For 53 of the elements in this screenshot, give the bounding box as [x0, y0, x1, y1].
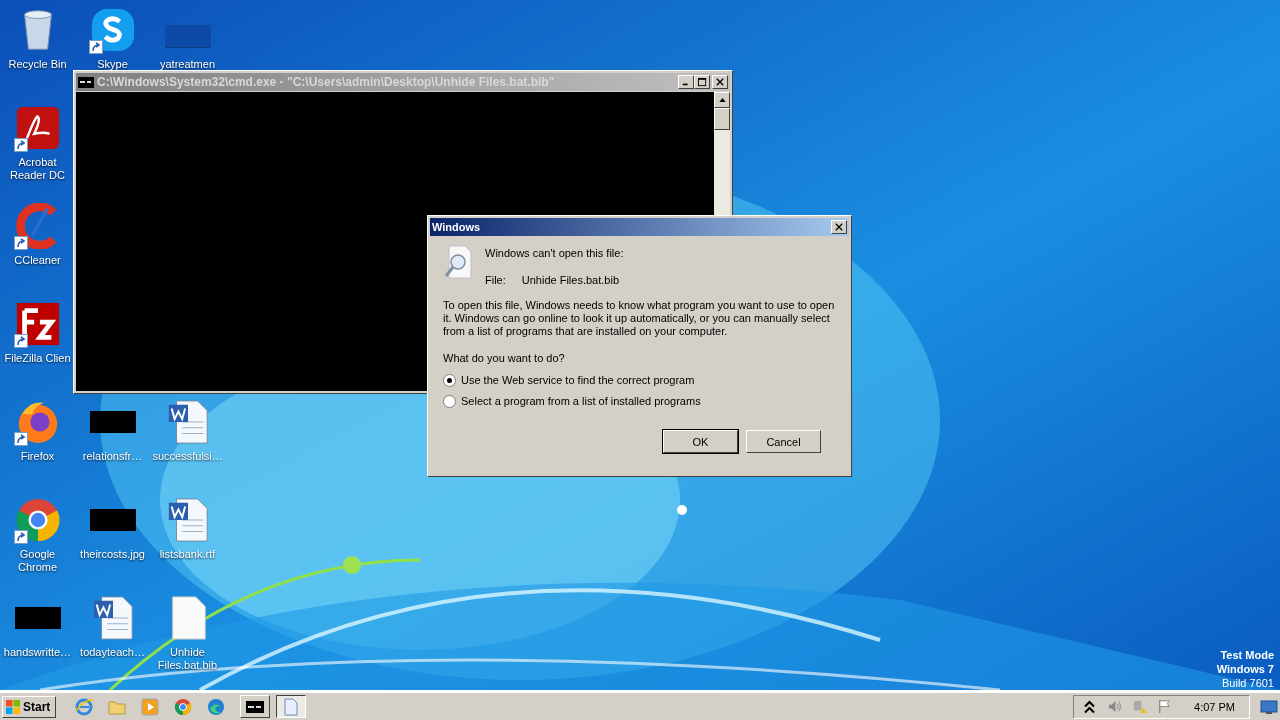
icon-label[interactable]: CCleaner: [14, 254, 61, 267]
close-button[interactable]: [831, 220, 847, 234]
icon-label[interactable]: Unhide Files.bat.bib: [152, 646, 223, 672]
icon-label[interactable]: handswritte…: [3, 646, 72, 659]
file-name: Unhide Files.bat.bib: [521, 274, 619, 287]
icon-label[interactable]: Recycle Bin: [8, 58, 67, 71]
maximize-button[interactable]: [694, 75, 710, 89]
clock[interactable]: 4:07 PM: [1194, 700, 1235, 713]
dialog-heading: Windows can't open this file:: [485, 247, 624, 260]
image-thumbnail-icon[interactable]: [89, 411, 136, 433]
icon-label[interactable]: Firefox: [20, 450, 55, 463]
option-label[interactable]: Select a program from a list of installed programs: [461, 395, 701, 408]
document-search-icon: [443, 245, 473, 279]
edge-icon[interactable]: [206, 696, 226, 717]
icon-label[interactable]: Skype: [97, 58, 128, 71]
dialog-title: Windows: [432, 221, 481, 233]
icon-label[interactable]: relationsfr…: [82, 450, 143, 463]
test-mode-text: Test Mode: [1220, 648, 1274, 662]
file-label: File:: [485, 274, 506, 287]
chrome-icon[interactable]: [14, 497, 61, 543]
flag-icon[interactable]: [1157, 699, 1173, 714]
test-mode-text: Windows 7: [1216, 662, 1274, 676]
maximize-icon: [697, 77, 707, 87]
test-mode-text: Build 7601: [1222, 676, 1274, 690]
icon-label[interactable]: Google Chrome: [2, 548, 73, 574]
close-icon: [835, 223, 843, 231]
dialog-description: To open this file, Windows needs to know what program you want to use to open it. Windows can go online to look it up automatically, or you can manually select from a list of programs that are installed on your computer.: [443, 299, 836, 338]
radio-button[interactable]: [443, 374, 456, 387]
close-icon: [716, 78, 724, 86]
minimize-button[interactable]: [678, 75, 694, 89]
show-desktop-icon[interactable]: [1260, 698, 1278, 715]
console-icon: [246, 700, 264, 713]
image-thumbnail-icon[interactable]: [14, 607, 61, 629]
dialog-question: What do you want to do?: [443, 352, 566, 365]
close-button[interactable]: [712, 75, 728, 89]
image-thumbnail-icon[interactable]: [89, 509, 136, 531]
scroll-thumb[interactable]: [714, 108, 730, 130]
file-icon: [284, 697, 298, 716]
icon-label[interactable]: todayteach…: [80, 646, 145, 659]
icon-label[interactable]: FileZilla Clien: [4, 352, 71, 365]
console-icon: [78, 76, 94, 88]
icon-label[interactable]: yatreatmen: [160, 58, 215, 71]
radio-button[interactable]: [443, 395, 456, 408]
dialog-button[interactable]: OK: [663, 430, 738, 453]
icon-label[interactable]: Acrobat Reader DC: [2, 156, 73, 182]
dialog-button[interactable]: Cancel: [746, 430, 821, 453]
scroll-up-icon[interactable]: [714, 92, 730, 108]
start-button[interactable]: Start: [2, 695, 56, 718]
icon-label[interactable]: theircosts.jpg: [80, 548, 145, 561]
windows-logo-icon: [5, 698, 21, 715]
chrome-icon[interactable]: [173, 696, 193, 717]
option-label[interactable]: Use the Web service to find the correct program: [461, 374, 695, 387]
taskbar-button[interactable]: [276, 695, 306, 718]
